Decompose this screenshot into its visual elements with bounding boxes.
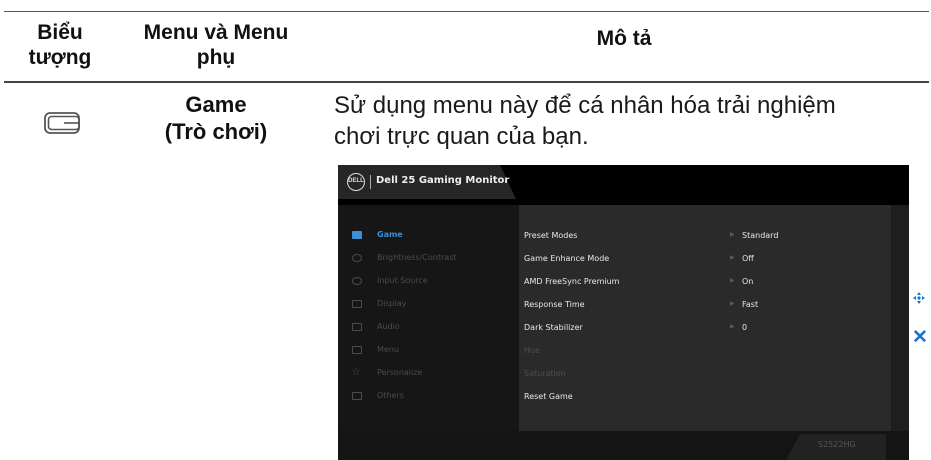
osd-title: Dell 25 Gaming Monitor [376, 175, 510, 186]
setting-label: Dark Stabilizer [524, 323, 583, 332]
star-icon: ☆ [351, 365, 361, 378]
nav-label: Personalize [377, 368, 423, 377]
arrow-right-icon: ▶ [730, 300, 735, 307]
setting-dark-stabilizer[interactable]: Dark Stabilizer ▶ 0 [519, 318, 891, 338]
nav-item-audio[interactable]: Audio [338, 318, 519, 338]
arrow-right-icon: ▶ [730, 231, 735, 238]
osd-header: DELL Dell 25 Gaming Monitor [338, 165, 909, 199]
setting-value: Fast [742, 300, 759, 309]
header-menu-line1: Menu và Menu [143, 21, 289, 44]
setting-label: Response Time [524, 300, 585, 309]
setting-label: AMD FreeSync Premium [524, 277, 620, 286]
setting-label: Hue [524, 346, 541, 355]
header-menu-line2: phụ [196, 46, 236, 69]
setting-label: Preset Modes [524, 231, 578, 240]
setting-label: Saturation [524, 369, 566, 378]
nav-item-game[interactable]: Game [338, 226, 519, 246]
setting-response-time[interactable]: Response Time ▶ Fast [519, 295, 891, 315]
description-line1: Sử dụng menu này để cá nhân hóa trải ngh… [334, 92, 836, 119]
setting-value: Standard [742, 231, 779, 240]
setting-label: Game Enhance Mode [524, 254, 610, 263]
description-line2: chơi trực quan của bạn. [334, 123, 589, 150]
nav-label: Display [377, 299, 407, 308]
setting-value: Off [742, 254, 754, 263]
setting-value: 0 [742, 323, 748, 332]
nav-item-personalize[interactable]: ☆ Personalize [338, 364, 519, 384]
nav-label: Others [377, 391, 404, 400]
table-top-rule [4, 11, 929, 12]
arrow-right-icon: ▶ [730, 277, 735, 284]
game-icon [352, 231, 362, 239]
nav-item-brightness[interactable]: Brightness/Contrast [338, 249, 519, 269]
table-header-rule [4, 81, 929, 83]
audio-icon [352, 323, 362, 331]
nav-item-menu[interactable]: Menu [338, 341, 519, 361]
setting-reset-game[interactable]: Reset Game [519, 387, 891, 407]
nav-item-others[interactable]: Others [338, 387, 519, 407]
header-icon-line2: tượng [28, 46, 92, 69]
brightness-icon [352, 254, 362, 262]
nav-label: Game [377, 230, 403, 239]
setting-preset-modes[interactable]: Preset Modes ▶ Standard [519, 226, 891, 246]
menu-name: Game (Trò chơi) [116, 91, 316, 145]
header-separator [370, 175, 371, 189]
header-icon-column: Biểu tượng [6, 20, 114, 70]
dell-logo: DELL [347, 173, 365, 191]
nav-item-display[interactable]: Display [338, 295, 519, 315]
menu-name-line1: Game [185, 92, 247, 117]
model-name: S2522HG [818, 440, 856, 449]
nav-item-input-source[interactable]: Input Source [338, 272, 519, 292]
osd-body: Game Brightness/Contrast Input Source Di… [338, 205, 909, 431]
header-menu-column: Menu và Menu phụ [116, 20, 316, 70]
menu-name-line2: (Trò chơi) [164, 119, 268, 144]
game-icon [44, 112, 80, 134]
arrow-right-icon: ▶ [730, 254, 735, 261]
nav-label: Menu [377, 345, 399, 354]
setting-amd-freesync[interactable]: AMD FreeSync Premium ▶ On [519, 272, 891, 292]
display-icon [352, 300, 362, 308]
osd-screenshot: DELL Dell 25 Gaming Monitor Game Brightn… [338, 165, 909, 460]
others-icon [352, 392, 362, 400]
setting-value: On [742, 277, 754, 286]
close-icon[interactable]: ✕ [912, 328, 928, 347]
nav-label: Audio [377, 322, 400, 331]
setting-label: Reset Game [524, 392, 573, 401]
nav-label: Input Source [377, 276, 428, 285]
setting-game-enhance-mode[interactable]: Game Enhance Mode ▶ Off [519, 249, 891, 269]
arrow-right-icon: ▶ [730, 323, 735, 330]
header-desc-column: Mô tả [596, 27, 652, 50]
move-icon[interactable] [913, 292, 925, 304]
input-source-icon [352, 277, 362, 285]
setting-saturation: Saturation [519, 364, 891, 384]
description: Sử dụng menu này để cá nhân hóa trải ngh… [334, 90, 924, 152]
header-icon-line1: Biểu [37, 21, 83, 44]
menu-icon [352, 346, 362, 354]
setting-hue: Hue [519, 341, 891, 361]
osd-side-pane [891, 205, 909, 431]
nav-label: Brightness/Contrast [377, 253, 457, 262]
